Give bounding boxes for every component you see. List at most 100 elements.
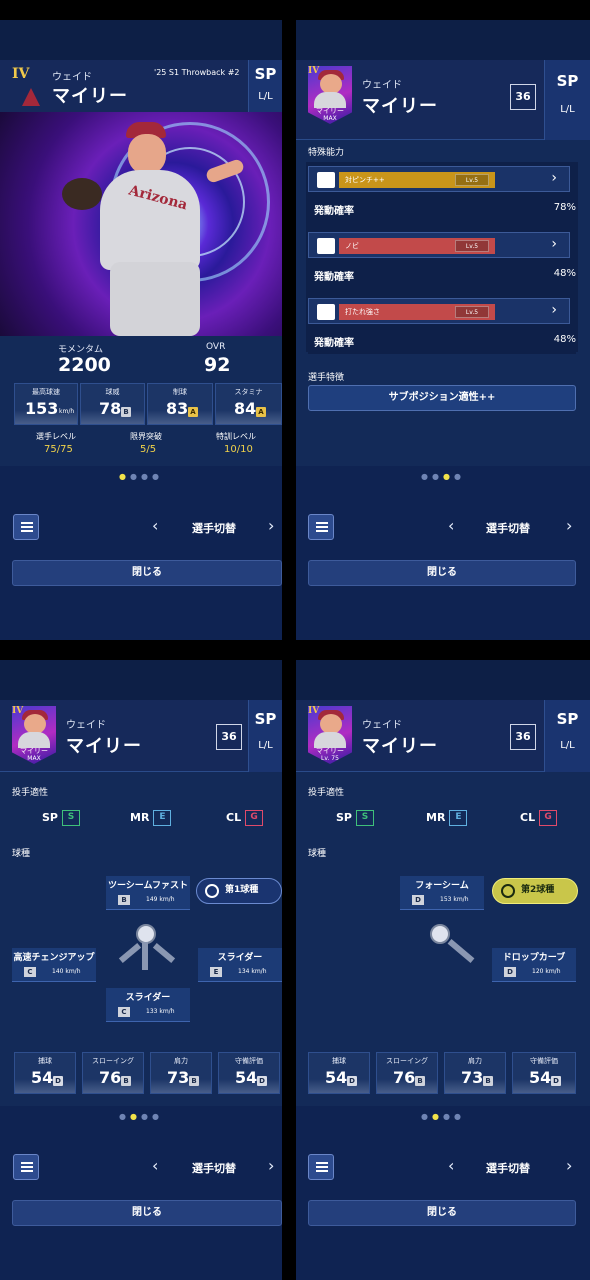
ovr-value: 92: [204, 354, 231, 376]
menu-button[interactable]: [308, 514, 334, 540]
player-card-panel-2: IV マイリー MAX ウェイド マイリー 36 SP L/L 特殊能力 対ピン…: [296, 20, 590, 640]
hand-label: L/L: [560, 104, 575, 115]
card-header: IV マイリー MAX ウェイド マイリー 36 SP L/L: [0, 700, 282, 772]
card-series: '25 S1 Throwback #2: [154, 68, 240, 77]
close-button[interactable]: 閉じる: [308, 560, 576, 586]
aptitude-title: 投手適性: [12, 788, 49, 798]
player-portrait: IV マイリー Lv. 75: [308, 706, 352, 764]
player-last-name: マイリー: [66, 736, 142, 757]
fielding-throw: スローイング 76 B: [82, 1052, 144, 1094]
trait-button[interactable]: サブポジション適性++: [308, 385, 576, 411]
prev-player-chevron-icon[interactable]: ‹: [152, 1156, 158, 1175]
switch-icon: [205, 884, 219, 898]
next-player-chevron-icon[interactable]: ›: [566, 1156, 572, 1175]
ability-row-1[interactable]: 対ピンチ++ Lv.5 › 発動確率 78%: [308, 166, 576, 222]
next-player-chevron-icon[interactable]: ›: [566, 516, 572, 535]
player-last-name: マイリー: [362, 96, 438, 117]
aptitude-title: 投手適性: [308, 788, 345, 798]
pitch-type-title: 球種: [308, 849, 327, 859]
pitch-card-top[interactable]: フォーシーム D 153 km/h: [400, 876, 484, 910]
main-pitch-toggle[interactable]: 第1球種: [196, 878, 282, 904]
pitch-type-title: 球種: [12, 849, 31, 859]
hand-label: L/L: [258, 91, 273, 102]
aptitude-mr: MR E: [130, 810, 172, 826]
position-label: SP: [556, 72, 579, 90]
prev-player-chevron-icon[interactable]: ‹: [152, 516, 158, 535]
aptitude-mr: MR E: [426, 810, 468, 826]
player-first-name: ウェイド: [66, 720, 106, 731]
player-card-panel-1: IV ウェイド マイリー '25 S1 Throwback #2 SP L/L …: [0, 20, 282, 640]
trait-title: 選手特徴: [308, 373, 345, 383]
training-level-label: 特訓レベル: [216, 432, 256, 441]
page-indicator: ●●●●: [421, 472, 465, 481]
pitch-card-right[interactable]: スライダー E 134 km/h: [198, 948, 282, 982]
player-switch-label: 選手切替: [192, 522, 236, 535]
menu-button[interactable]: [308, 1154, 334, 1180]
close-button[interactable]: 閉じる: [12, 1200, 282, 1226]
player-card-panel-4: IV マイリー Lv. 75 ウェイド マイリー 36 SP L/L 投手適性 …: [296, 660, 590, 1280]
position-box: SP L/L: [248, 700, 282, 772]
fielding-rating: 守備評価 54 D: [218, 1052, 280, 1094]
position-box: SP L/L: [544, 60, 590, 140]
training-level-value: 10/10: [224, 444, 253, 455]
prev-player-chevron-icon[interactable]: ‹: [448, 1156, 454, 1175]
top-bar: [296, 20, 590, 64]
position-label: SP: [254, 710, 277, 728]
switch-icon: [501, 884, 515, 898]
hand-label: L/L: [258, 740, 273, 751]
main-pitch-toggle[interactable]: 第2球種: [492, 878, 578, 904]
player-switch-label: 選手切替: [192, 1162, 236, 1175]
stat-control: 制球 83 A: [147, 383, 213, 425]
player-first-name: ウェイド: [52, 72, 92, 83]
ability-row-2[interactable]: ノビ Lv.5 › 発動確率 48%: [308, 232, 576, 288]
next-player-chevron-icon[interactable]: ›: [268, 516, 274, 535]
card-header: IV マイリー Lv. 75 ウェイド マイリー 36 SP L/L: [296, 700, 590, 772]
close-button[interactable]: 閉じる: [308, 1200, 576, 1226]
position-box: SP L/L: [248, 60, 282, 112]
pitcher-icon: [317, 304, 335, 320]
rank-badge: IV: [12, 66, 30, 82]
hand-label: L/L: [560, 740, 575, 751]
pitch-card-right[interactable]: ドロップカーブ D 120 km/h: [492, 948, 576, 982]
pitch-card-left[interactable]: 高速チェンジアップ C 140 km/h: [12, 948, 96, 982]
player-last-name: マイリー: [362, 736, 438, 757]
level-player-value: 75/75: [44, 444, 73, 455]
player-first-name: ウェイド: [362, 80, 402, 91]
page-indicator: ●●●●: [119, 1112, 163, 1121]
close-button[interactable]: 閉じる: [12, 560, 282, 586]
ability-chevron-icon[interactable]: ›: [551, 302, 557, 318]
ball-icon: [430, 924, 450, 944]
menu-button[interactable]: [13, 514, 39, 540]
menu-button[interactable]: [13, 1154, 39, 1180]
ability-row-3[interactable]: 打たれ強さ Lv.5 › 発動確率 48%: [308, 298, 576, 354]
top-bar: [296, 660, 590, 704]
player-portrait: IV マイリー MAX: [12, 706, 56, 764]
fielding-catch: 捕球 54 D: [308, 1052, 370, 1094]
next-player-chevron-icon[interactable]: ›: [268, 1156, 274, 1175]
card-header: IV マイリー MAX ウェイド マイリー 36 SP L/L: [296, 60, 590, 140]
ability-chevron-icon[interactable]: ›: [551, 170, 557, 186]
pitch-card-top[interactable]: ツーシームファスト B 149 km/h: [106, 876, 190, 910]
fielding-arm: 肩力 73 B: [444, 1052, 506, 1094]
pitch-card-bottom[interactable]: スライダー C 133 km/h: [106, 988, 190, 1022]
prev-player-chevron-icon[interactable]: ‹: [448, 516, 454, 535]
level-player-label: 選手レベル: [36, 432, 76, 441]
page-indicator: ●●●●: [119, 472, 163, 481]
pitcher-icon: [317, 172, 335, 188]
fielding-arm: 肩力 73 B: [150, 1052, 212, 1094]
fielding-throw: スローイング 76 B: [376, 1052, 438, 1094]
card-header: IV ウェイド マイリー '25 S1 Throwback #2: [0, 60, 282, 112]
pitch-diagram: [118, 922, 178, 972]
position-label: SP: [254, 65, 277, 83]
pitch-diagram: [426, 922, 476, 972]
fielding-rating: 守備評価 54 D: [512, 1052, 576, 1094]
aptitude-sp: SP S: [336, 810, 374, 826]
ovr-label: OVR: [206, 342, 226, 352]
player-first-name: ウェイド: [362, 720, 402, 731]
ability-chevron-icon[interactable]: ›: [551, 236, 557, 252]
player-last-name: マイリー: [52, 86, 128, 107]
top-bar: [0, 20, 282, 64]
player-switch-label: 選手切替: [486, 522, 530, 535]
top-bar: [0, 660, 282, 704]
player-artwork: Arizona: [0, 112, 282, 336]
